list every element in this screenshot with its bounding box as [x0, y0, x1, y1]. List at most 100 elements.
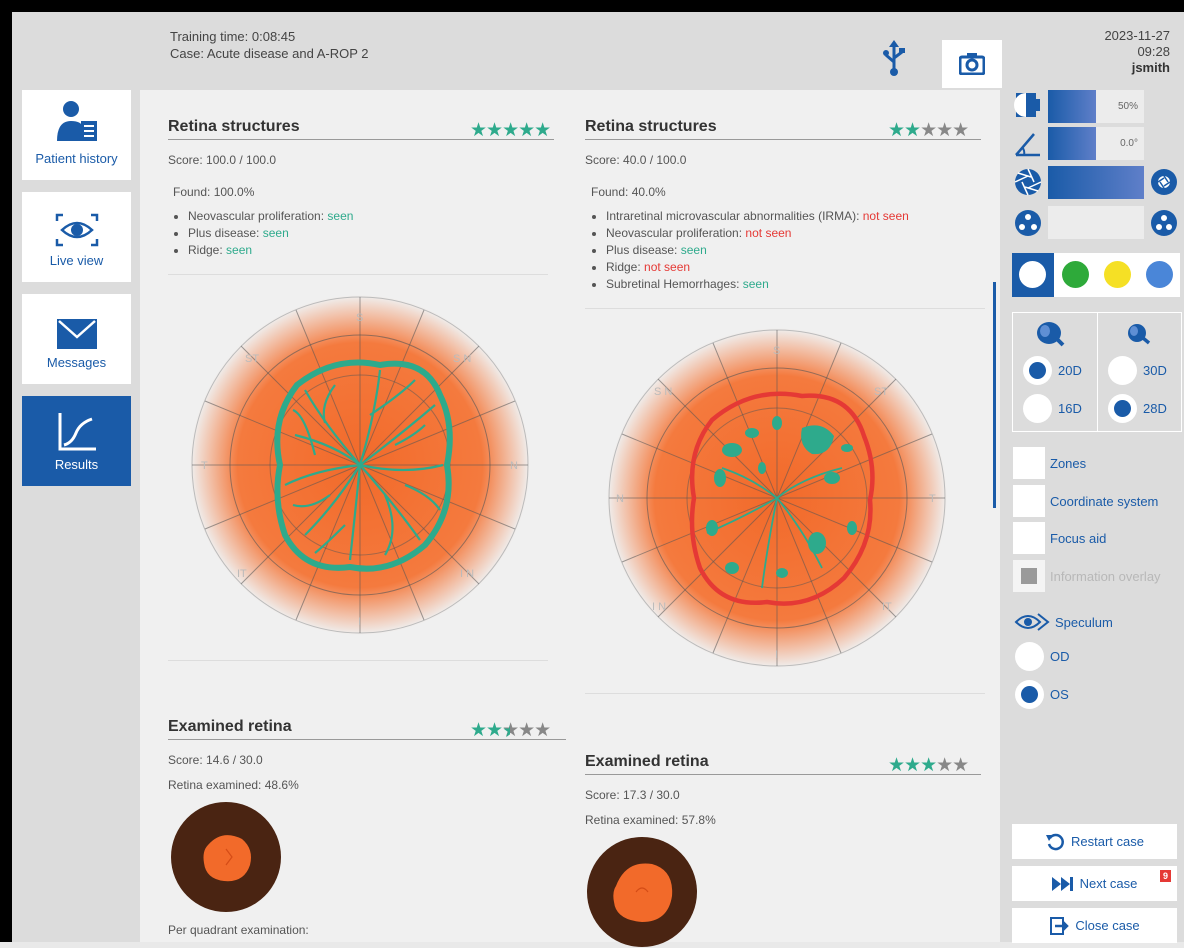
checkbox-label: Information overlay [1050, 568, 1161, 584]
checkbox-box[interactable] [1013, 447, 1045, 479]
radio-button[interactable] [1108, 356, 1137, 385]
eye-label: OS [1050, 687, 1069, 702]
top-bar [0, 0, 1184, 12]
checkbox-label: Zones [1050, 455, 1087, 471]
nav-messages[interactable]: Messages [22, 294, 131, 384]
button-label: Restart case [1071, 834, 1144, 849]
nav-label: Results [54, 457, 99, 472]
dots-icon [1151, 210, 1177, 236]
dots-icon [1015, 210, 1041, 236]
username: jsmith [1131, 60, 1170, 75]
lens-28d[interactable]: 28D [1108, 394, 1167, 423]
time: 09:28 [1137, 44, 1170, 59]
lens-30d[interactable]: 30D [1108, 356, 1167, 385]
scrollbar[interactable] [993, 282, 996, 508]
aperture-slider[interactable] [1048, 166, 1144, 199]
per-quadrant-label: Per quadrant examination: [168, 923, 309, 937]
left-retina-map: S ST S N T N IT I N I [190, 295, 530, 635]
right-examined-thumbnail [587, 837, 697, 947]
screenshot-button[interactable] [942, 40, 1002, 88]
radio-button[interactable] [1015, 642, 1044, 671]
brightness-slider[interactable]: 50% [1048, 90, 1144, 123]
left-examined-thumbnail [171, 802, 281, 912]
radio-button[interactable] [1015, 680, 1044, 709]
section-divider [168, 739, 566, 740]
settings-panel: 50% 0.0° 20D 30D 16D 28D Zones Coordinat… [1000, 90, 1184, 943]
left-examined-percent: Retina examined: 48.6% [168, 778, 299, 792]
left-structures-title: Retina structures [168, 118, 300, 135]
slider-value: 50% [1117, 101, 1138, 112]
large-lens-icon [1037, 322, 1065, 347]
section-divider [168, 274, 548, 275]
chart-label: S N [453, 353, 471, 365]
lens-16d[interactable]: 16D [1023, 394, 1082, 423]
focus-aid-checkbox[interactable]: Focus aid [1013, 522, 1106, 554]
right-structures-title: Retina structures [585, 118, 717, 135]
angle-slider[interactable]: 0.0° [1048, 127, 1144, 160]
exit-icon [1050, 916, 1070, 935]
section-divider [168, 660, 548, 661]
chart-label: I [775, 649, 778, 661]
nav-patient-history[interactable]: Patient history [22, 90, 131, 180]
nav-live-view[interactable]: Live view [22, 192, 131, 282]
right-retina-map: S S N ST N T I N IT I [607, 328, 947, 668]
speculum-icon [1014, 613, 1050, 631]
filter-blue[interactable] [1146, 261, 1173, 288]
eye-od-option[interactable]: OD [1015, 642, 1070, 671]
close-case-button[interactable]: Close case [1012, 908, 1177, 943]
date: 2023-11-27 [1104, 28, 1170, 43]
filter-white[interactable] [1019, 261, 1046, 288]
restart-case-button[interactable]: Restart case [1012, 824, 1177, 859]
zones-checkbox[interactable]: Zones [1013, 447, 1086, 479]
radio-button[interactable] [1108, 394, 1137, 423]
eye-label: OD [1050, 649, 1070, 664]
radio-button[interactable] [1023, 394, 1052, 423]
lens-label: 30D [1143, 363, 1167, 378]
camera-icon [959, 53, 985, 75]
checkbox-box[interactable] [1013, 560, 1045, 592]
coordinate-system-checkbox[interactable]: Coordinate system [1013, 485, 1158, 517]
left-bar [0, 12, 12, 942]
chart-label: ST [874, 386, 888, 398]
chart-label: I [358, 616, 361, 628]
sidebar-nav: Patient history Live view Messages Resul… [12, 90, 140, 942]
button-label: Next case [1079, 876, 1138, 891]
radio-button[interactable] [1023, 356, 1052, 385]
slider-fill [1048, 166, 1144, 199]
section-divider [168, 139, 554, 140]
list-item: Intraretinal microvascular abnormalities… [606, 208, 909, 225]
right-examined-score: Score: 17.3 / 30.0 [585, 788, 680, 802]
results-panel: Retina structures ★★★★★ Score: 100.0 / 1… [140, 90, 1000, 947]
nav-label: Patient history [35, 151, 118, 166]
right-examined-percent: Retina examined: 57.8% [585, 813, 716, 827]
left-structures-score: Score: 100.0 / 100.0 [168, 153, 277, 167]
chart-label: S [356, 312, 363, 324]
filter-yellow[interactable] [1104, 261, 1131, 288]
list-item: Ridge: not seen [606, 259, 909, 276]
lens-divider [1097, 313, 1098, 431]
dots-slider[interactable] [1048, 206, 1144, 239]
checkbox-box[interactable] [1013, 485, 1045, 517]
lens-20d[interactable]: 20D [1023, 356, 1082, 385]
eye-icon [22, 192, 131, 247]
chart-label: T [201, 460, 208, 472]
patient-history-icon [22, 90, 131, 145]
small-lens-icon [1128, 324, 1151, 345]
chart-label: I N [460, 568, 474, 580]
aperture-icon [1014, 168, 1042, 196]
information-overlay-checkbox[interactable]: Information overlay [1013, 560, 1161, 592]
next-case-button[interactable]: Next case 9 [1012, 866, 1177, 901]
nav-results[interactable]: Results [22, 396, 131, 486]
checkbox-box[interactable] [1013, 522, 1045, 554]
filter-green[interactable] [1062, 261, 1089, 288]
session-info: Training time: 0:08:45 Case: Acute disea… [170, 28, 369, 62]
chart-label: I N [652, 601, 666, 613]
left-structures-list: Neovascular proliferation: seen Plus dis… [175, 208, 353, 259]
list-item: Ridge: seen [188, 242, 353, 259]
chart-label: N [616, 493, 624, 505]
speculum-header: Speculum [1014, 610, 1113, 634]
eye-os-option[interactable]: OS [1015, 680, 1069, 709]
chart-icon [22, 396, 131, 451]
chart-label: T [929, 493, 936, 505]
lens-label: 20D [1058, 363, 1082, 378]
